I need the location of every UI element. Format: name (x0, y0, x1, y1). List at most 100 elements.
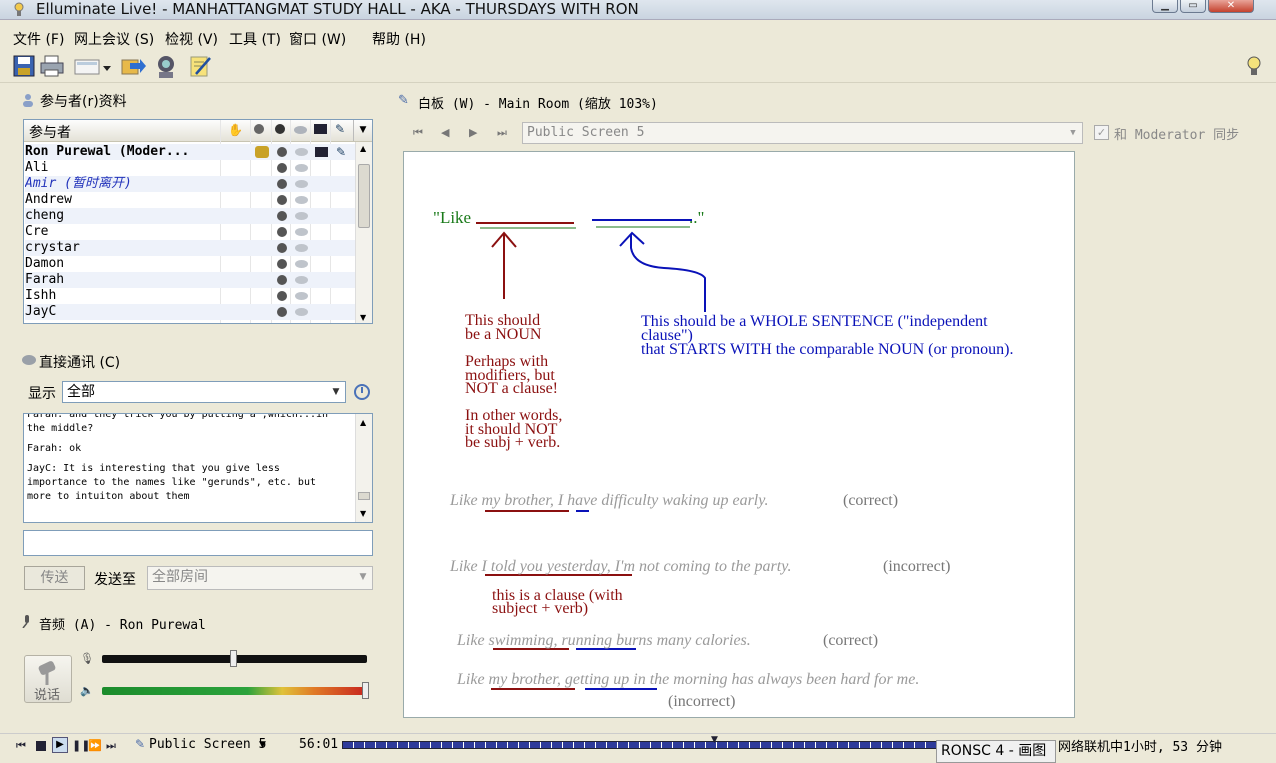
participant-row[interactable]: Andrew (25, 192, 355, 208)
send-to-label: 发送至 (94, 572, 136, 588)
menu-view[interactable]: 检视 (V) (165, 29, 218, 49)
sync-checkbox[interactable]: ✓ (1094, 125, 1109, 140)
status-bar: ⏮ ▶ ❚❚ ⏩ ⏭ ✎ Public Screen 5 ▼ 56:01 ▼ 网… (0, 733, 1276, 763)
send-to-value: 全部房间 (152, 569, 208, 585)
screen-select[interactable]: Public Screen 5 ▼ (522, 122, 1083, 144)
participant-name: Ishh (25, 288, 57, 303)
stop-icon[interactable] (36, 741, 46, 751)
status-screen[interactable]: Public Screen 5 (149, 737, 266, 752)
minimize-button[interactable]: ▁ (1152, 0, 1178, 13)
participant-row[interactable]: Ishh (25, 288, 355, 304)
screen-col-icon[interactable] (314, 124, 327, 134)
moderator-icon (255, 146, 269, 158)
participant-name: Farah (25, 272, 65, 287)
notes-icon[interactable] (188, 54, 214, 80)
send-button[interactable]: 传送 (24, 566, 85, 590)
pen-col-icon[interactable]: ✎ (335, 122, 345, 136)
participants-scrollbar[interactable]: ▲ ▼ (355, 142, 372, 323)
talk-button[interactable]: 说话 (24, 655, 72, 703)
chat-bubble-icon (295, 164, 308, 172)
participants-column-label[interactable]: 参与者 (29, 122, 71, 142)
scroll-down-arrow[interactable]: ▼ (360, 509, 366, 518)
scroll-thumb[interactable] (358, 492, 370, 500)
participant-row[interactable]: Cre (25, 224, 355, 240)
person-icon (277, 227, 287, 237)
person-col-icon[interactable] (275, 124, 285, 134)
last-screen-button[interactable]: ⏭ (497, 126, 507, 140)
participant-row[interactable]: Ali (25, 160, 355, 176)
menu-meeting[interactable]: 网上会议 (S) (74, 29, 154, 49)
whiteboard-canvas[interactable]: "Like .." This should be a NOUN Perhaps … (403, 151, 1075, 718)
menu-help[interactable]: 帮助 (H) (372, 29, 426, 49)
window-title: Elluminate Live! - MANHATTANGMAT STUDY H… (36, 0, 639, 18)
title-bar: Elluminate Live! - MANHATTANGMAT STUDY H… (0, 0, 1276, 20)
speaker-icon: 🔈 (80, 684, 94, 697)
skip-forward-icon[interactable]: ⏭ (106, 739, 116, 753)
share-app-icon[interactable] (120, 54, 146, 80)
display-filter-select[interactable]: 全部 ▼ (62, 381, 346, 403)
column-menu-button[interactable]: ▼ (353, 120, 372, 141)
participant-row[interactable]: Damon (25, 256, 355, 272)
first-screen-button[interactable]: ⏮ (413, 126, 423, 140)
pen-icon: ✎ (336, 145, 347, 159)
example-4: Like my brother, getting up in the morni… (457, 671, 919, 689)
noun-note-line: be subj + verb. (465, 434, 561, 451)
participant-row[interactable]: crystar (25, 240, 355, 256)
participant-row[interactable]: Ron Purewal (Moder... ✎ (25, 144, 355, 160)
timeline-marker[interactable]: ▼ (711, 735, 718, 745)
scroll-thumb[interactable] (358, 164, 370, 228)
example-3-tag: (correct) (823, 632, 879, 649)
chevron-down-icon: ▼ (359, 572, 367, 582)
participants-list[interactable]: 参与者 ✋ ✎ ▼ Ron Purewal (Moder... ✎ Ali Am… (23, 119, 373, 324)
fast-forward-icon[interactable]: ⏩ (88, 739, 102, 752)
scroll-up-arrow[interactable]: ▲ (360, 144, 366, 153)
clock-icon[interactable] (354, 384, 370, 400)
chat-message-input[interactable] (23, 530, 373, 556)
example-text: I told you yesterday (481, 558, 607, 575)
chat-log[interactable]: Farah: and they trick you by putting a ,… (23, 413, 373, 523)
participant-row[interactable]: Farah (25, 272, 355, 288)
timeline-track[interactable] (342, 741, 942, 749)
participant-name: cheng (25, 208, 65, 223)
example-1: Like my brother, I have difficulty wakin… (450, 492, 768, 510)
chat-message: Farah: and they trick you by putting a ,… (27, 413, 329, 434)
chat-scrollbar[interactable]: ▲ ▼ (355, 414, 372, 522)
participant-row[interactable]: cheng (25, 208, 355, 224)
print-icon[interactable] (39, 54, 65, 80)
play-icon[interactable]: ▶ (52, 737, 68, 753)
chevron-down-icon[interactable]: ▼ (259, 740, 266, 750)
menu-tools[interactable]: 工具 (T) (229, 29, 281, 49)
chat-bubble-icon (295, 292, 308, 300)
close-button[interactable]: ✕ (1208, 0, 1254, 13)
mic-col-icon[interactable] (254, 124, 264, 134)
maximize-button[interactable]: ▭ (1180, 0, 1206, 13)
menu-window[interactable]: 窗口 (W) (289, 29, 346, 49)
participants-column-header: 参与者 ✋ ✎ ▼ (24, 120, 372, 142)
webcam-icon[interactable] (153, 54, 179, 80)
example-text: in the morning has always been hard for … (629, 671, 920, 688)
participant-row[interactable]: JayC (25, 304, 355, 320)
mic-volume-thumb[interactable] (230, 650, 237, 667)
chat-bubble-icon (295, 196, 308, 204)
speaker-volume-thumb[interactable] (362, 682, 369, 699)
menu-file[interactable]: 文件 (F) (13, 29, 64, 49)
talk-button-label: 说话 (34, 688, 61, 703)
hand-icon[interactable]: ✋ (228, 123, 243, 137)
layout-icon[interactable] (74, 54, 112, 80)
person-icon (277, 179, 287, 189)
prev-screen-button[interactable]: ◀ (441, 126, 449, 139)
participant-row[interactable]: Amir (暂时离开) (25, 176, 355, 192)
skip-back-icon[interactable]: ⏮ (16, 739, 26, 753)
example-text: my brother (481, 492, 550, 509)
taskbar-button[interactable]: RONSC 4 - 画图 (936, 740, 1056, 763)
example-text: burns many calories. (612, 632, 751, 649)
online-duration: 网络联机中1小时, 53 分钟 (1058, 740, 1222, 755)
next-screen-button[interactable]: ▶ (469, 126, 477, 139)
chat-col-icon[interactable] (294, 126, 307, 134)
save-icon[interactable] (12, 54, 38, 80)
send-to-select[interactable]: 全部房间 ▼ (147, 566, 373, 590)
scroll-up-arrow[interactable]: ▲ (360, 418, 366, 427)
scroll-down-arrow[interactable]: ▼ (360, 313, 366, 322)
participant-name: Ali (25, 160, 49, 175)
speaker-level-meter[interactable] (102, 687, 367, 695)
